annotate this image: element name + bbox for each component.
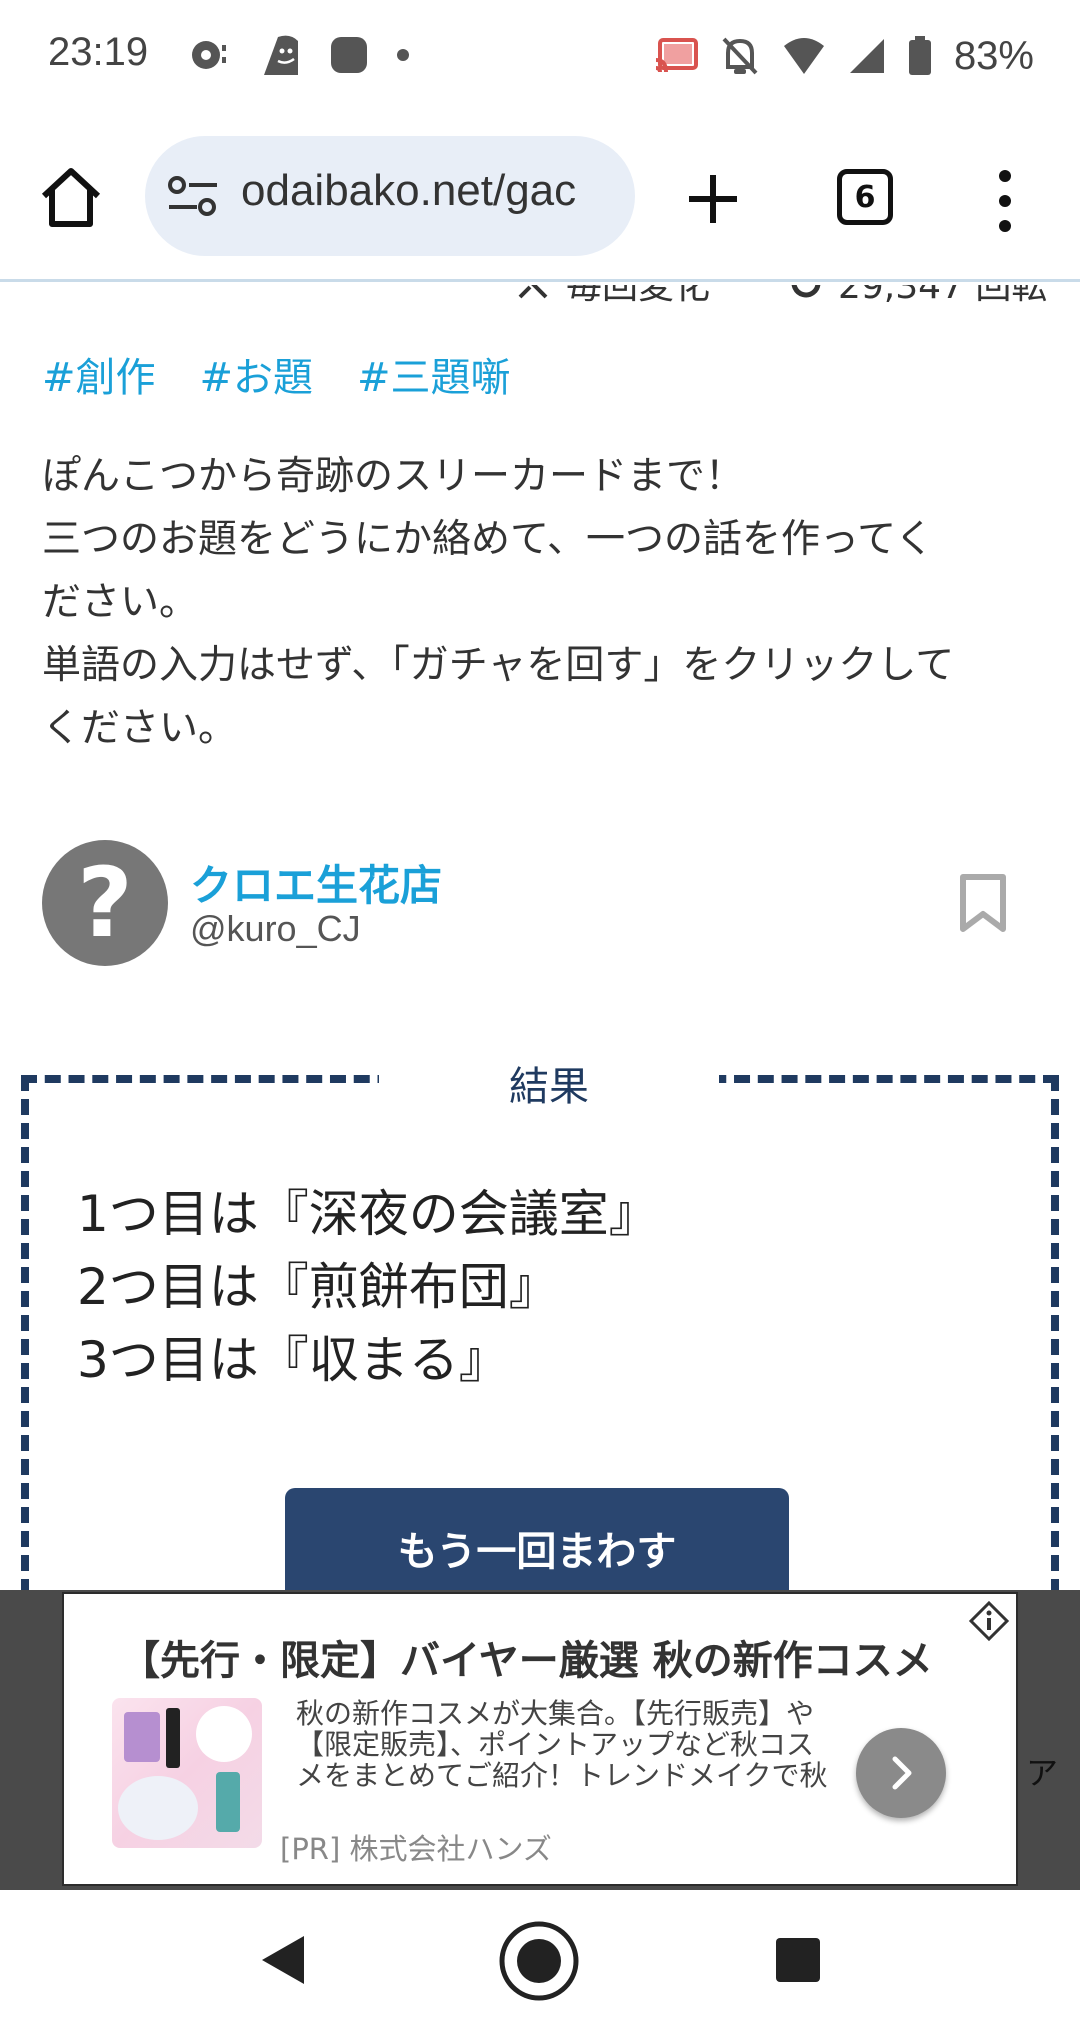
status-bar: 23:19 83% bbox=[0, 0, 1080, 112]
status-time: 23:19 bbox=[48, 30, 149, 74]
wifi-icon bbox=[783, 38, 824, 74]
tag-link[interactable]: #お題 bbox=[200, 345, 314, 403]
mute-icon bbox=[722, 37, 758, 75]
chevron-right-icon bbox=[892, 1756, 912, 1790]
spin-count-text: 29,347 回転 bbox=[838, 285, 1048, 307]
description-line: ください。 bbox=[42, 706, 238, 751]
media-icon bbox=[192, 41, 226, 69]
spin-count-info: 29,347 回転 bbox=[788, 285, 1047, 309]
site-settings-icon[interactable] bbox=[167, 174, 219, 218]
ad-body: 秋の新作コスメが大集合。【先行販売】や 【限定販売】、ポイントアップなど秋コス … bbox=[296, 1698, 836, 1791]
ad-body-line: 【限定販売】、ポイントアップなど秋コス bbox=[296, 1728, 815, 1761]
tag-link[interactable]: #創作 bbox=[42, 345, 156, 403]
tab-count: 6 bbox=[854, 179, 876, 215]
page-content: 毎回変化 29,347 回転 #創作 #お題 #三題噺 ぽんこつから奇跡のスリー… bbox=[0, 285, 1080, 1590]
overflow-menu-button[interactable] bbox=[990, 168, 1020, 234]
author-card: ? クロエ生花店 @kuro_CJ bbox=[42, 840, 1042, 970]
ghost-icon bbox=[264, 35, 298, 75]
tab-switcher-button[interactable]: 6 bbox=[837, 169, 893, 225]
recents-button[interactable] bbox=[776, 1938, 820, 1982]
signal-icon bbox=[849, 39, 884, 73]
gacha-meta-row: 毎回変化 29,347 回転 bbox=[0, 285, 1080, 317]
shuffle-icon bbox=[518, 285, 548, 299]
avatar[interactable]: ? bbox=[42, 840, 168, 966]
result-line: 1つ目は『深夜の会議室』 bbox=[77, 1185, 659, 1243]
ad-choices-icon[interactable] bbox=[968, 1600, 1010, 1642]
back-button[interactable] bbox=[254, 1930, 314, 1990]
screen: 23:19 83% odaibako.net/gac 6 毎回変化 29,347… bbox=[0, 0, 1080, 2032]
description-line: ださい。 bbox=[42, 580, 199, 625]
tag-link[interactable]: #三題噺 bbox=[357, 345, 511, 403]
home-nav-button[interactable] bbox=[498, 1920, 580, 2002]
system-nav-bar bbox=[0, 1890, 1080, 2032]
spin-again-button[interactable]: もう一回まわす bbox=[285, 1488, 789, 1590]
result-label-container: 結果 bbox=[379, 1053, 719, 1113]
ad-banner[interactable]: 【先行・限定】バイヤー厳選 秋の新作コスメ 秋の新作コスメが大集合。【先行販売】… bbox=[62, 1592, 1018, 1886]
bookmark-icon[interactable] bbox=[958, 874, 1008, 932]
address-bar[interactable]: odaibako.net/gac bbox=[145, 136, 635, 256]
battery-percent: 83% bbox=[953, 33, 1034, 78]
browser-toolbar: odaibako.net/gac 6 bbox=[0, 112, 1080, 282]
result-box: 結果 1つ目は『深夜の会議室』 2つ目は『煎餅布団』 3つ目は『収まる』 もう一… bbox=[21, 1053, 1059, 1590]
ad-open-button[interactable] bbox=[856, 1728, 946, 1818]
ad-body-line: 秋の新作コスメが大集合。【先行販売】や bbox=[296, 1697, 815, 1730]
ad-body-line: メをまとめてご紹介！トレンドメイクで秋 bbox=[296, 1759, 828, 1792]
app-icon bbox=[331, 37, 367, 73]
ad-title[interactable]: 【先行・限定】バイヤー厳選 秋の新作コスメ bbox=[120, 1628, 933, 1686]
gacha-description: ぽんこつから奇跡のスリーカードまで！ 三つのお題をどうにか絡めて、一つの話を作っ… bbox=[42, 445, 1042, 760]
system-icons: 83% bbox=[654, 28, 1034, 84]
description-line: 単語の入力はせず、「ガチャを回す」をクリックして bbox=[42, 643, 955, 688]
ad-sponsor: [PR] 株式会社ハンズ bbox=[280, 1832, 552, 1866]
ad-thumbnail-image[interactable] bbox=[112, 1698, 262, 1848]
result-line: 2つ目は『煎餅布団』 bbox=[77, 1258, 559, 1316]
tag-list: #創作 #お題 #三題噺 bbox=[42, 345, 511, 403]
result-list: 1つ目は『深夜の会議室』 2つ目は『煎餅布団』 3つ目は『収まる』 bbox=[77, 1178, 659, 1397]
result-label: 結果 bbox=[509, 1064, 589, 1110]
avatar-placeholder-symbol: ? bbox=[77, 847, 133, 959]
new-tab-button[interactable] bbox=[686, 172, 740, 226]
url-text[interactable]: odaibako.net/gac bbox=[241, 166, 576, 216]
author-name[interactable]: クロエ生花店 bbox=[190, 852, 442, 913]
ad-side-text: ア bbox=[1026, 1754, 1059, 1792]
description-line: ぽんこつから奇跡のスリーカードまで！ bbox=[42, 454, 745, 499]
battery-icon bbox=[908, 36, 931, 75]
home-button[interactable] bbox=[38, 164, 104, 230]
mode-text: 毎回変化 bbox=[566, 285, 711, 307]
dot-icon bbox=[397, 49, 409, 61]
result-line: 3つ目は『収まる』 bbox=[77, 1331, 509, 1389]
notification-icons bbox=[188, 30, 410, 80]
cast-icon bbox=[655, 38, 698, 73]
description-line: 三つのお題をどうにか絡めて、一つの話を作ってく bbox=[42, 517, 934, 562]
mode-info: 毎回変化 bbox=[516, 285, 710, 309]
author-handle: @kuro_CJ bbox=[190, 908, 361, 949]
refresh-icon bbox=[791, 285, 821, 298]
